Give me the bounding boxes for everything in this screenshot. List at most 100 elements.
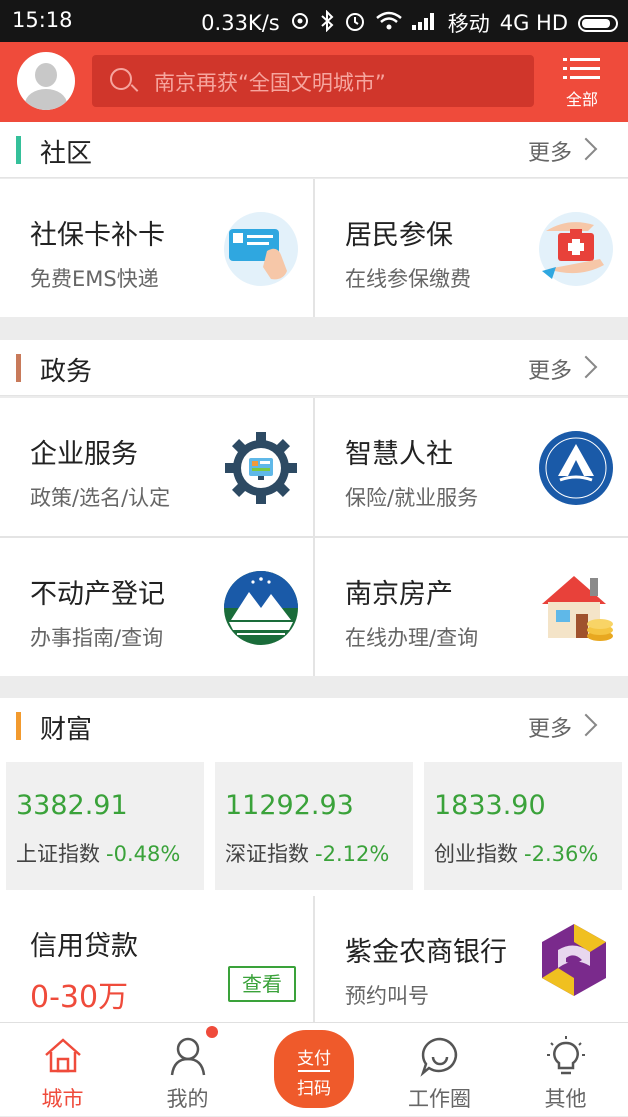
loan-amount: 0-30万: [30, 980, 129, 1015]
home-icon: [45, 1038, 81, 1073]
more-link[interactable]: 更多: [528, 135, 572, 167]
tile-subtitle: 办事指南/查询: [30, 626, 164, 650]
index-change: -2.12%: [315, 842, 390, 866]
index-name-row: 创业指数 -2.36%: [434, 838, 598, 868]
tile-subtitle: 在线办理/查询: [345, 626, 479, 650]
tab-city[interactable]: 城市: [0, 1023, 125, 1117]
search-bar[interactable]: 南京再获“全国文明城市”: [92, 55, 534, 107]
chevron-right-icon[interactable]: [574, 355, 598, 379]
section-header-community: 社区 更多: [0, 122, 628, 178]
tile-title: 信用贷款: [30, 931, 138, 962]
index-change: -0.48%: [106, 842, 181, 866]
pay-scan-button[interactable]: 支付 扫码: [274, 1030, 354, 1108]
status-bar: 15:18 0.33K/s 移动 4G HD: [0, 0, 628, 42]
signal-icon: [411, 11, 438, 35]
view-loan-button[interactable]: 查看: [228, 966, 296, 1002]
scan-label-top: 支付: [297, 1049, 331, 1069]
index-name: 上证指数: [16, 842, 100, 866]
section-accent-bar: [16, 136, 21, 164]
tile-subtitle: 在线参保缴费: [345, 267, 471, 291]
first-aid-hands-icon: [538, 211, 614, 287]
tile-title: 社保卡补卡: [30, 220, 165, 251]
index-card-chinext[interactable]: 1833.90 创业指数 -2.36%: [424, 762, 622, 890]
more-link[interactable]: 更多: [528, 353, 572, 385]
bluetooth-icon: [320, 9, 334, 37]
index-value: 3382.91: [16, 790, 128, 821]
all-menu-button[interactable]: 全部: [560, 54, 604, 110]
network-type: 4G HD: [499, 11, 568, 35]
divider: [313, 179, 315, 317]
index-name: 创业指数: [434, 842, 518, 866]
user-icon: [170, 1037, 206, 1076]
chevron-right-icon[interactable]: [574, 713, 598, 737]
search-placeholder: 南京再获“全国文明城市”: [154, 71, 386, 95]
tab-label: 工作圈: [408, 1087, 471, 1111]
tile-title: 不动产登记: [30, 579, 165, 610]
index-name-row: 深证指数 -2.12%: [225, 838, 389, 868]
tab-mine[interactable]: 我的: [125, 1023, 250, 1117]
index-change: -2.36%: [524, 842, 599, 866]
index-value: 1833.90: [434, 790, 546, 821]
index-card-shenzhen[interactable]: 11292.93 深证指数 -2.12%: [215, 762, 413, 890]
tile-title: 居民参保: [345, 220, 453, 251]
net-speed: 0.33K/s: [201, 11, 280, 35]
section-header-government: 政务 更多: [0, 340, 628, 396]
tile-title: 智慧人社: [345, 439, 453, 470]
tile-credit-loan[interactable]: 信用贷款 0-30万: [0, 896, 313, 1022]
status-time: 15:18: [12, 8, 73, 32]
tile-title: 企业服务: [30, 439, 138, 470]
carrier: 移动: [447, 12, 490, 36]
tab-work-circle[interactable]: 工作圈: [377, 1023, 502, 1117]
tile-subtitle: 免费EMS快递: [30, 267, 159, 291]
land-registry-logo-icon: [223, 570, 299, 646]
avatar-head: [35, 63, 57, 87]
index-name: 深证指数: [225, 842, 309, 866]
search-icon: [110, 68, 132, 90]
avatar-shoulders: [25, 89, 67, 110]
index-card-shanghai[interactable]: 3382.91 上证指数 -0.48%: [6, 762, 204, 890]
index-name-row: 上证指数 -0.48%: [16, 838, 180, 868]
tile-resident-insurance[interactable]: 居民参保 在线参保缴费: [315, 179, 628, 317]
section-header-wealth: 财富 更多: [0, 698, 628, 754]
chat-icon: [420, 1037, 458, 1077]
section-title: 政务: [40, 357, 93, 387]
tile-subtitle: 预约叫号: [345, 984, 429, 1008]
tile-subtitle: 保险/就业服务: [345, 486, 479, 510]
index-value: 11292.93: [225, 790, 354, 821]
tab-label: 城市: [41, 1087, 84, 1111]
tile-nanjing-housing[interactable]: 南京房产 在线办理/查询: [315, 538, 628, 676]
tile-title: 紫金农商银行: [345, 937, 507, 968]
section-accent-bar: [16, 712, 21, 740]
more-link[interactable]: 更多: [528, 711, 572, 743]
section-accent-bar: [16, 354, 21, 382]
tab-label: 我的: [166, 1087, 209, 1111]
bulb-icon: [547, 1036, 585, 1075]
chevron-right-icon[interactable]: [574, 137, 598, 161]
tile-smart-hrss[interactable]: 智慧人社 保险/就业服务: [315, 398, 628, 536]
menu-icon: [560, 54, 604, 84]
all-menu-label: 全部: [565, 90, 598, 109]
tile-social-card-reissue[interactable]: 社保卡补卡 免费EMS快递: [0, 179, 313, 317]
tile-enterprise-service[interactable]: 企业服务 政策/选名/认定: [0, 398, 313, 536]
avatar[interactable]: [17, 52, 75, 110]
tile-real-estate-registration[interactable]: 不动产登记 办事指南/查询: [0, 538, 313, 676]
wifi-icon: [375, 11, 402, 36]
scan-label-bottom: 扫码: [297, 1079, 331, 1099]
tile-zijin-bank[interactable]: 紫金农商银行 预约叫号: [315, 896, 628, 1022]
status-right: 0.33K/s 移动 4G HD: [201, 8, 618, 38]
notification-dot: [206, 1026, 218, 1038]
section-title: 社区: [40, 139, 93, 169]
tile-title: 南京房产: [345, 579, 453, 610]
top-bar: 南京再获“全国文明城市” 全部: [0, 42, 628, 122]
tab-other[interactable]: 其他: [503, 1023, 628, 1117]
scan-divider: [298, 1070, 330, 1072]
card-hand-icon: [223, 211, 299, 287]
divider: [313, 896, 315, 1022]
alarm-icon: [344, 10, 366, 37]
tab-label: 其他: [544, 1087, 587, 1111]
zijin-bank-logo-icon: [536, 922, 612, 998]
hrss-logo-icon: [538, 430, 614, 506]
tile-subtitle: 政策/选名/认定: [30, 486, 171, 510]
section-title: 财富: [40, 715, 93, 745]
house-coins-icon: [538, 570, 614, 646]
